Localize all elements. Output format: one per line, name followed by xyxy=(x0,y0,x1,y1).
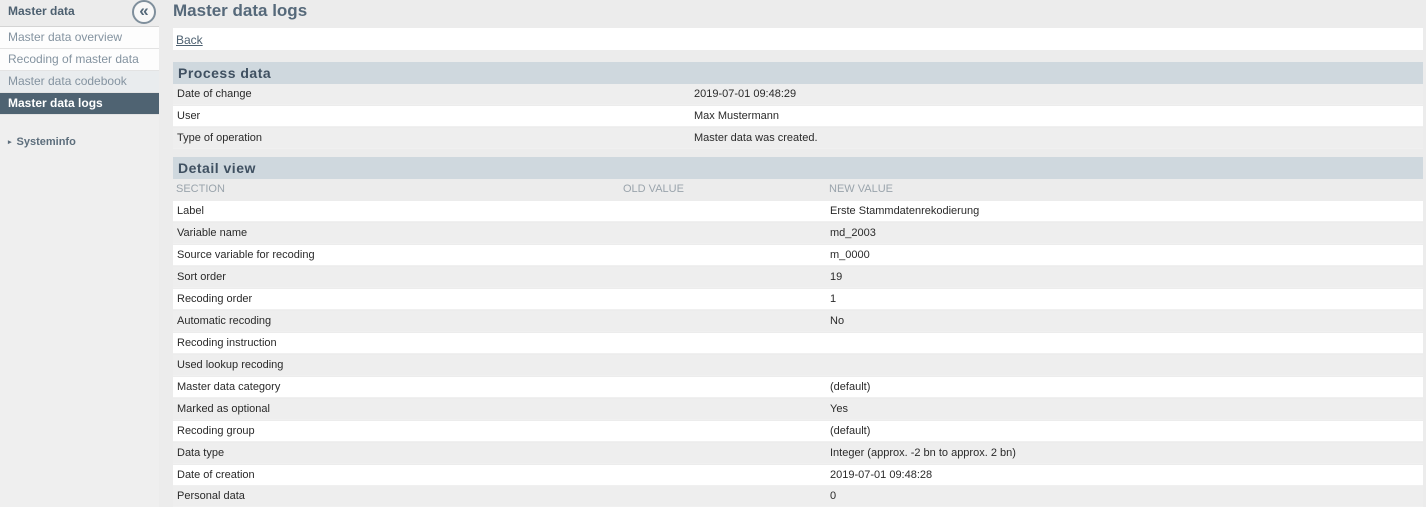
systeminfo-label: Systeminfo xyxy=(16,136,76,148)
table-row: Marked as optional Yes xyxy=(173,399,1423,420)
row-new-value: No xyxy=(830,315,845,327)
table-column-headers: SECTION OLD VALUE NEW VALUE xyxy=(173,179,1423,200)
column-header-old-value: OLD VALUE xyxy=(623,183,684,195)
main-content: Master data logs Back Process data Date … xyxy=(173,0,1426,507)
back-link[interactable]: Back xyxy=(176,33,203,47)
table-row: Sort order 19 xyxy=(173,267,1423,288)
sidebar-title: Master data xyxy=(8,4,75,18)
table-row: Recoding order 1 xyxy=(173,289,1423,310)
row-section: Recoding instruction xyxy=(177,337,277,349)
table-row: User Max Mustermann xyxy=(173,106,1423,127)
process-data-header: Process data xyxy=(173,62,1423,84)
row-new-value: 1 xyxy=(830,293,837,305)
row-new-value: 0 xyxy=(830,490,837,502)
row-label: Date of change xyxy=(177,88,252,100)
sidebar-item-master-data-overview[interactable]: Master data overview xyxy=(0,27,159,49)
back-bar: Back xyxy=(173,28,1423,50)
row-value: Max Mustermann xyxy=(694,110,779,122)
row-section: Recoding group xyxy=(177,425,255,437)
row-new-value: Integer (approx. -2 bn to approx. 2 bn) xyxy=(830,447,1016,459)
sidebar-header: Master data « xyxy=(0,0,159,27)
collapse-sidebar-icon[interactable]: « xyxy=(132,0,156,24)
table-row: Data type Integer (approx. -2 bn to appr… xyxy=(173,443,1423,464)
row-section: Source variable for recoding xyxy=(177,249,315,261)
row-section: Label xyxy=(177,205,204,217)
row-value: Master data was created. xyxy=(694,132,818,144)
table-row: Source variable for recoding m_0000 xyxy=(173,245,1423,266)
row-label: Type of operation xyxy=(177,132,263,144)
row-section: Variable name xyxy=(177,227,248,239)
expand-triangle-icon: ▸ xyxy=(8,139,12,146)
row-new-value: md_2003 xyxy=(830,227,876,239)
detail-view-title: Detail view xyxy=(178,160,256,176)
table-row: Recoding group (default) xyxy=(173,421,1423,442)
row-section: Used lookup recoding xyxy=(177,359,284,371)
table-row: Recoding instruction xyxy=(173,333,1423,354)
sidebar-item-master-data-logs[interactable]: Master data logs xyxy=(0,93,159,115)
sidebar-item-recoding-of-master-data[interactable]: Recoding of master data xyxy=(0,49,159,71)
row-new-value: 2019-07-01 09:48:28 xyxy=(830,469,933,481)
table-row: Type of operation Master data was create… xyxy=(173,128,1423,149)
row-section: Recoding order xyxy=(177,293,253,305)
table-row: Label Erste Stammdatenrekodierung xyxy=(173,201,1423,222)
row-new-value: Yes xyxy=(830,403,848,415)
row-new-value: Erste Stammdatenrekodierung xyxy=(830,205,980,217)
detail-view-header: Detail view xyxy=(173,157,1423,179)
column-header-section: SECTION xyxy=(176,183,225,195)
row-section: Personal data xyxy=(177,490,245,502)
sidebar-item-master-data-codebook[interactable]: Master data codebook xyxy=(0,71,159,93)
table-row: Variable name md_2003 xyxy=(173,223,1423,244)
row-new-value: (default) xyxy=(830,425,871,437)
row-section: Date of creation xyxy=(177,469,255,481)
table-row: Used lookup recoding xyxy=(173,355,1423,376)
row-section: Master data category xyxy=(177,381,281,393)
table-row: Master data category (default) xyxy=(173,377,1423,398)
table-row: Date of change 2019-07-01 09:48:29 xyxy=(173,84,1423,105)
sidebar-item-systeminfo[interactable]: ▸ Systeminfo xyxy=(8,136,76,148)
process-data-title: Process data xyxy=(178,65,272,81)
row-section: Marked as optional xyxy=(177,403,270,415)
sidebar: Master data « Master data overview Recod… xyxy=(0,0,159,507)
row-value: 2019-07-01 09:48:29 xyxy=(694,88,797,100)
row-section: Sort order xyxy=(177,271,226,283)
column-header-new-value: NEW VALUE xyxy=(829,183,893,195)
table-row: Automatic recoding No xyxy=(173,311,1423,332)
table-row: Personal data 0 xyxy=(173,486,1423,507)
row-section: Automatic recoding xyxy=(177,315,272,327)
page-title: Master data logs xyxy=(173,1,308,20)
table-row: Date of creation 2019-07-01 09:48:28 xyxy=(173,465,1423,486)
row-label: User xyxy=(177,110,201,122)
row-new-value: (default) xyxy=(830,381,871,393)
row-new-value: 19 xyxy=(830,271,843,283)
row-section: Data type xyxy=(177,447,225,459)
row-new-value: m_0000 xyxy=(830,249,870,261)
